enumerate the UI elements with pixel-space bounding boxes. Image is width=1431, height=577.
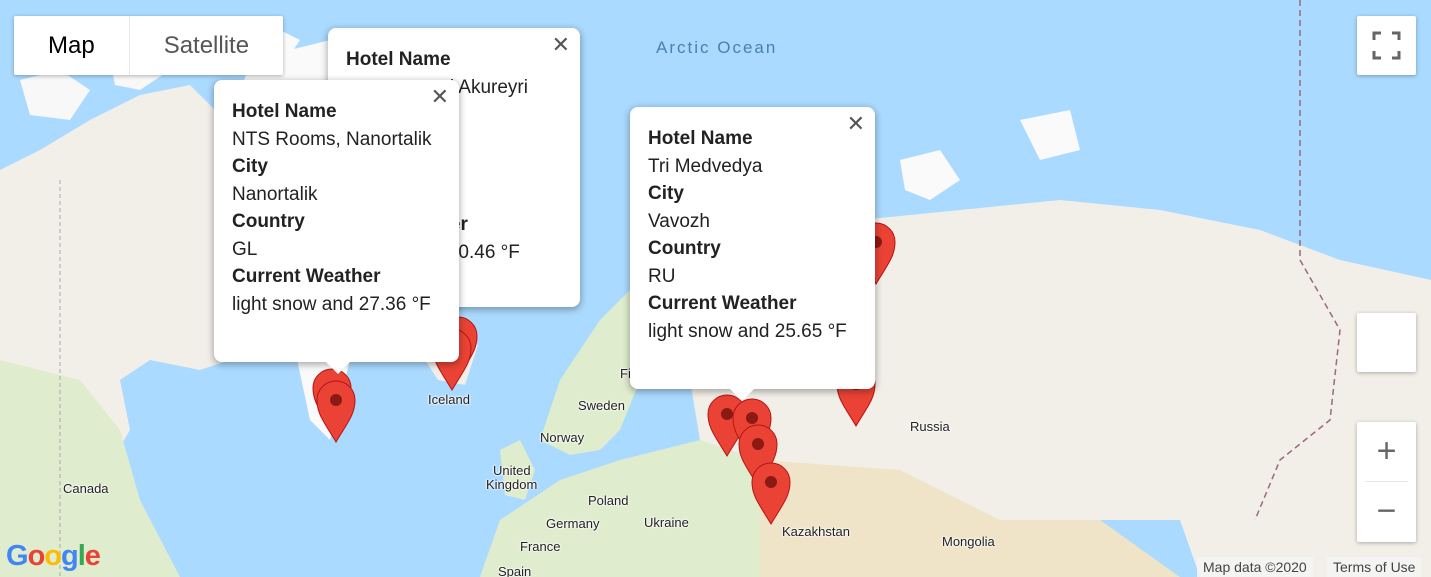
country-value: RU <box>648 265 676 287</box>
info-window-tail <box>730 389 754 401</box>
zoom-control: + − <box>1357 422 1416 542</box>
weather-value: light snow and 27.36 °F <box>232 293 431 315</box>
close-icon[interactable]: ✕ <box>431 84 449 110</box>
street-view-button[interactable] <box>1357 313 1416 372</box>
google-logo[interactable]: Google <box>6 540 101 573</box>
hotel-name-label: Hotel Name <box>232 101 337 122</box>
weather-value: light snow and 25.65 °F <box>648 320 847 342</box>
weather-label: Current Weather <box>232 266 381 287</box>
map-type-control: Map Satellite <box>14 16 284 75</box>
map-data-attribution: Map data ©2020 <box>1197 557 1313 577</box>
city-value: Nanortalik <box>232 183 318 205</box>
hotel-name-value: Tri Medvedya <box>648 155 763 177</box>
info-window-nanortalik: ✕ Hotel Name NTS Rooms, Nanortalik City … <box>214 80 459 374</box>
country-value: GL <box>232 238 258 260</box>
zoom-in-button[interactable]: + <box>1357 422 1416 481</box>
terms-of-use-link[interactable]: Terms of Use <box>1327 557 1422 577</box>
fullscreen-icon <box>1372 31 1401 60</box>
fullscreen-button[interactable] <box>1357 16 1416 75</box>
hotel-name-value: NTS Rooms, Nanortalik <box>232 128 432 150</box>
map-marker-greenland-2[interactable] <box>316 380 356 443</box>
country-label: Country <box>648 238 721 259</box>
country-label: Country <box>232 211 305 232</box>
city-value: Vavozh <box>648 210 710 232</box>
close-icon[interactable]: ✕ <box>847 111 865 137</box>
hotel-name-label: Hotel Name <box>346 49 451 70</box>
zoom-out-button[interactable]: − <box>1357 482 1416 541</box>
hotel-name-label: Hotel Name <box>648 128 753 149</box>
map-type-map-button[interactable]: Map <box>14 16 129 75</box>
weather-label: Current Weather <box>648 293 797 314</box>
city-label: City <box>648 183 684 204</box>
map-canvas[interactable]: Arctic Ocean Iceland Sweden Norway Unite… <box>0 0 1431 577</box>
info-window-tail <box>326 362 350 374</box>
info-window-vavozh: ✕ Hotel Name Tri Medvedya City Vavozh Co… <box>630 107 875 401</box>
close-icon[interactable]: ✕ <box>552 32 570 58</box>
city-label: City <box>232 156 268 177</box>
map-type-satellite-button[interactable]: Satellite <box>130 16 283 75</box>
map-marker-kazakhstan[interactable] <box>751 462 791 525</box>
